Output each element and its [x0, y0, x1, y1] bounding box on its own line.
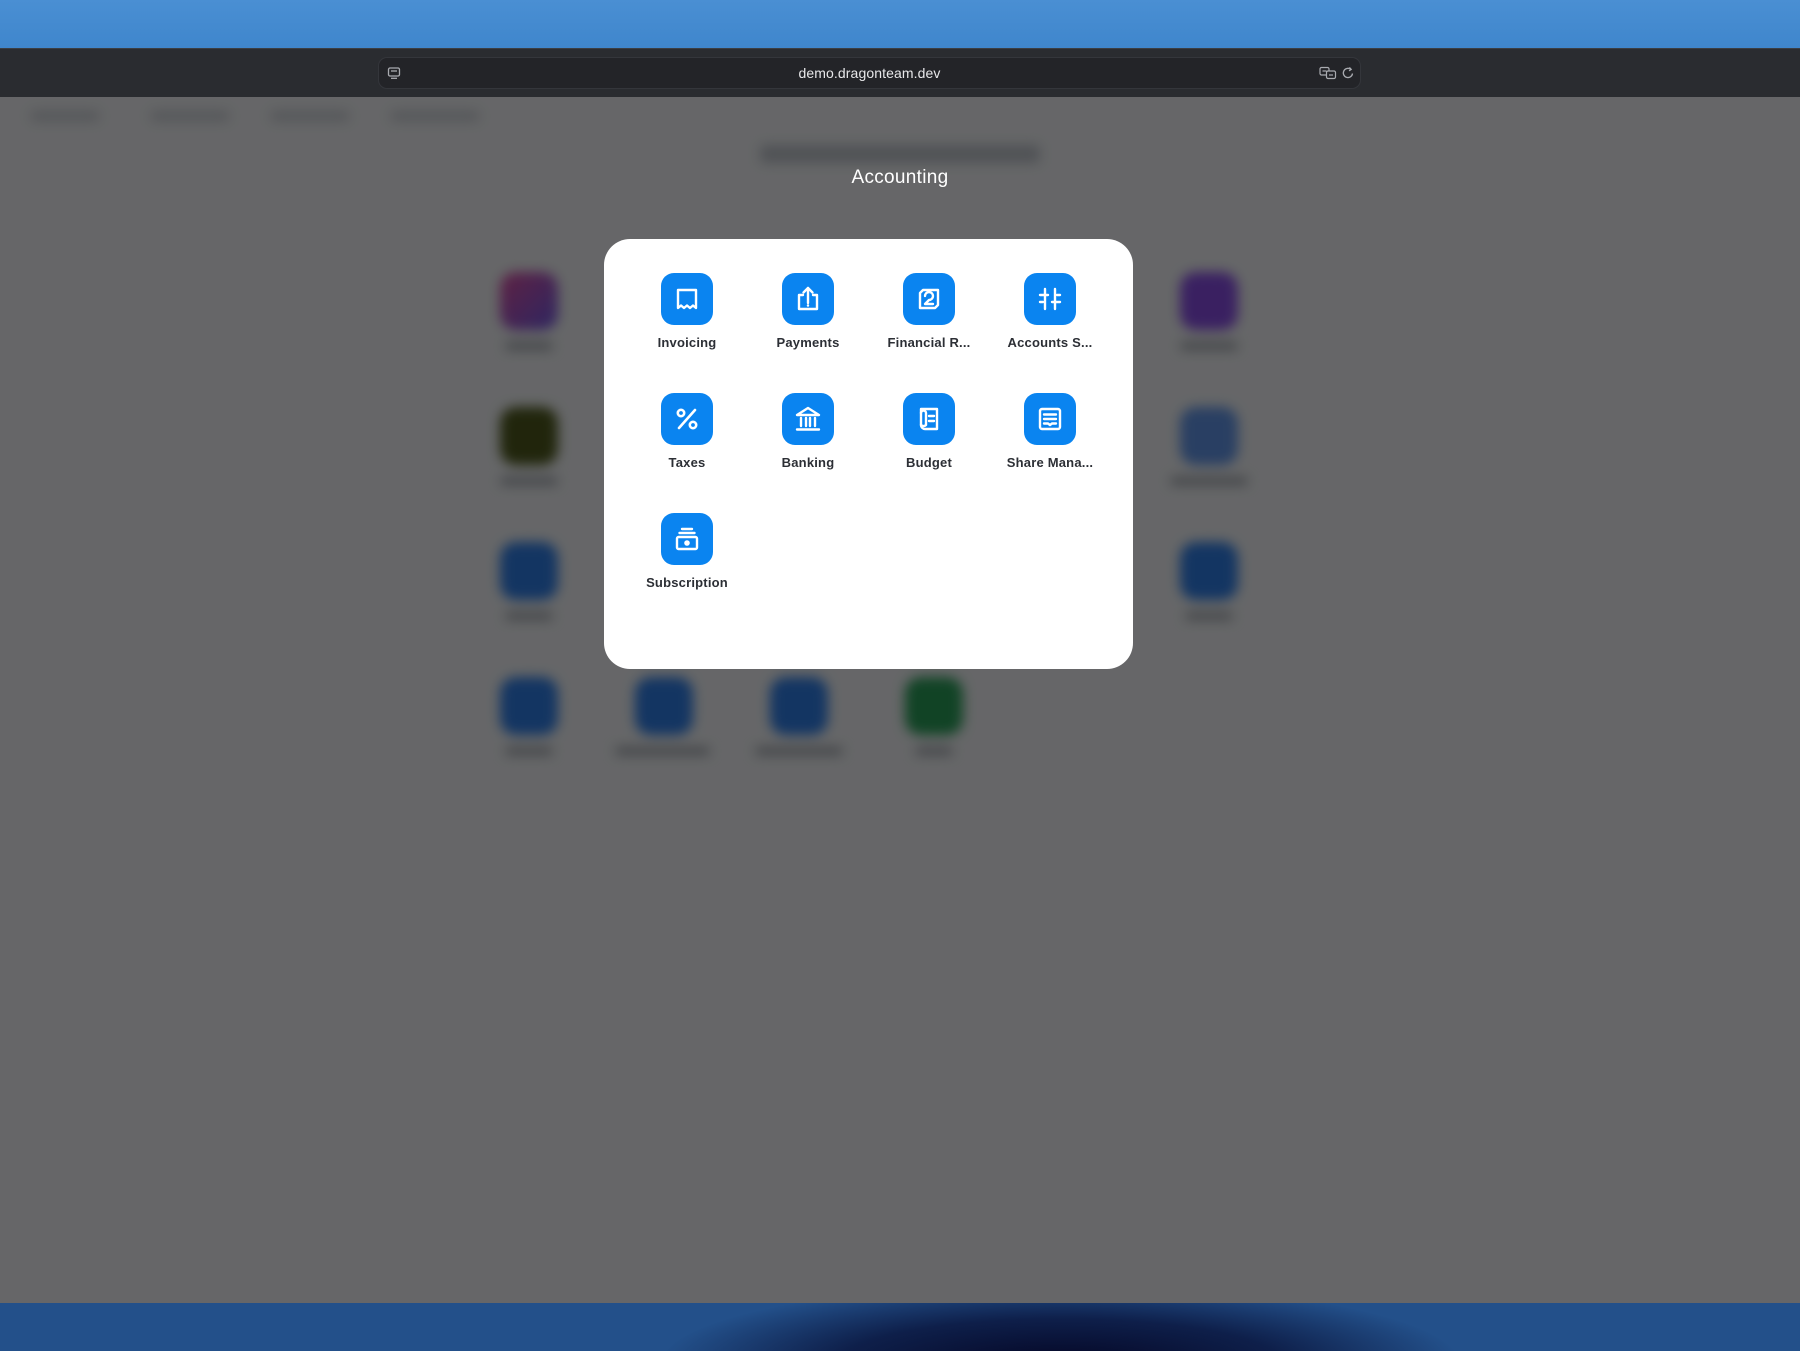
address-bar[interactable]: demo.dragonteam.dev: [378, 57, 1361, 89]
app-label: Accounts S...: [1007, 335, 1093, 350]
app-label: Financial R...: [887, 335, 971, 350]
url-text: demo.dragonteam.dev: [798, 65, 941, 81]
app-financial-reports[interactable]: Financial R...: [869, 273, 989, 373]
app-label: Budget: [906, 455, 952, 470]
stack-card-icon: [1024, 393, 1076, 445]
browser-toolbar: demo.dragonteam.dev: [0, 48, 1800, 98]
upload-tray-icon: [782, 273, 834, 325]
app-subscription[interactable]: Subscription: [627, 513, 747, 613]
archive-box-icon: [661, 513, 713, 565]
desktop-wallpaper-top: [0, 0, 1800, 48]
app-label: Payments: [776, 335, 840, 350]
ledger-icon: [903, 393, 955, 445]
translate-icon[interactable]: [1319, 66, 1337, 80]
app-invoicing[interactable]: Invoicing: [627, 273, 747, 373]
folder-title: Accounting: [851, 167, 949, 188]
app-label: Invoicing: [657, 335, 717, 350]
app-accounts-settings[interactable]: Accounts S...: [990, 273, 1110, 373]
reload-icon[interactable]: [1341, 66, 1355, 80]
desktop-wallpaper-bottom: [0, 1303, 1800, 1351]
web-page: Accounting Invoicing Payments Financial …: [0, 97, 1800, 1303]
receipt-icon: [661, 273, 713, 325]
app-label: Banking: [781, 455, 835, 470]
app-label: Share Mana...: [1006, 455, 1094, 470]
app-share-management[interactable]: Share Mana...: [990, 393, 1110, 493]
app-folder: Invoicing Payments Financial R... Accoun…: [604, 239, 1133, 669]
app-label: Subscription: [646, 575, 728, 590]
bank-icon: [782, 393, 834, 445]
sliders-icon: [1024, 273, 1076, 325]
app-label: Taxes: [668, 455, 706, 470]
app-banking[interactable]: Banking: [748, 393, 868, 493]
app-budget[interactable]: Budget: [869, 393, 989, 493]
percent-icon: [661, 393, 713, 445]
app-taxes[interactable]: Taxes: [627, 393, 747, 493]
report-chart-icon: [903, 273, 955, 325]
app-payments[interactable]: Payments: [748, 273, 868, 373]
